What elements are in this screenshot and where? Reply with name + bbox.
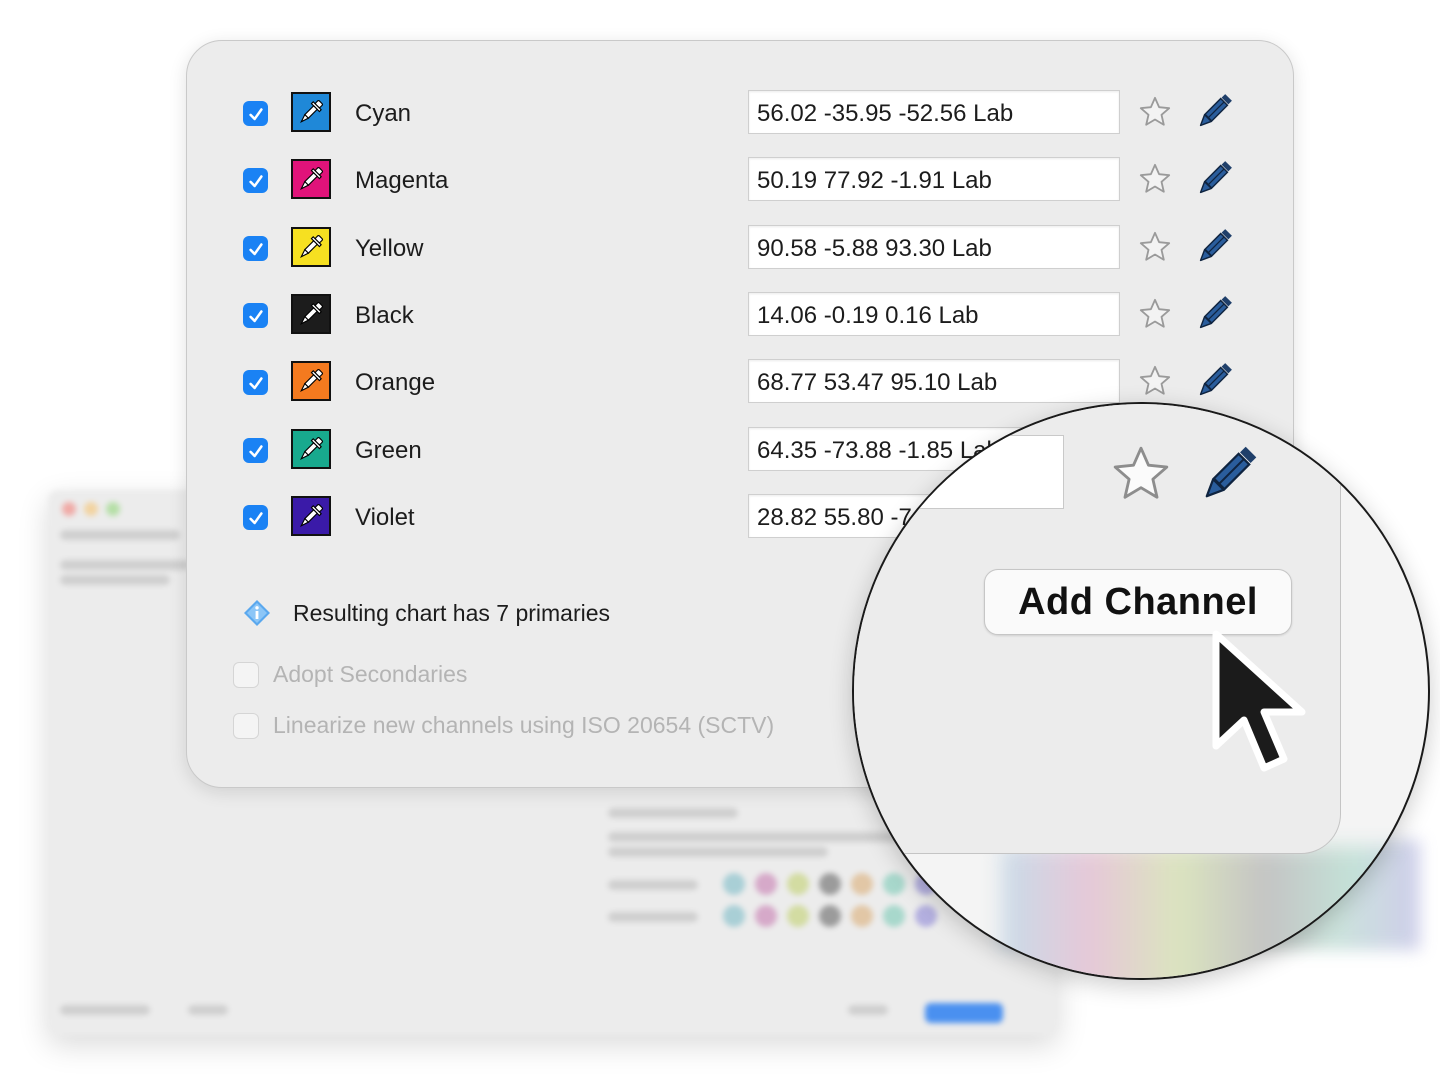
eyedropper-icon [300, 504, 323, 527]
linearize-checkbox[interactable] [233, 712, 259, 739]
eyedropper-icon [300, 167, 323, 190]
lab-value-field[interactable]: 68.77 53.47 95.10 Lab [748, 359, 1120, 403]
lab-value-field[interactable]: 90.58 -5.88 93.30 Lab [748, 225, 1120, 269]
background-primary-button [925, 1003, 1003, 1023]
linearize-option[interactable]: Linearize new channels using ISO 20654 (… [233, 712, 774, 739]
eyedropper-swatch[interactable] [291, 429, 331, 469]
pencil-icon[interactable] [1195, 295, 1233, 333]
star-icon[interactable] [1138, 162, 1172, 196]
eyedropper-swatch[interactable] [291, 227, 331, 267]
channel-checkbox[interactable] [243, 505, 268, 530]
eyedropper-icon [300, 100, 323, 123]
eyedropper-swatch[interactable] [291, 361, 331, 401]
channel-name: Violet [355, 504, 415, 531]
channel-name: Black [355, 302, 414, 329]
pencil-icon[interactable] [1195, 160, 1233, 198]
eyedropper-swatch[interactable] [291, 159, 331, 199]
channel-checkbox[interactable] [243, 303, 268, 328]
star-icon[interactable] [1110, 443, 1172, 505]
lab-value-field[interactable]: 14.06 -0.19 0.16 Lab [748, 292, 1120, 336]
channel-name: Green [355, 437, 422, 464]
channel-checkbox[interactable] [243, 438, 268, 463]
channel-checkbox[interactable] [243, 236, 268, 261]
pencil-icon[interactable] [1195, 362, 1233, 400]
eyedropper-icon [300, 369, 323, 392]
channel-checkbox[interactable] [243, 168, 268, 193]
adopt-secondaries-option[interactable]: Adopt Secondaries [233, 661, 467, 688]
pencil-icon[interactable] [1195, 228, 1233, 266]
channel-checkbox[interactable] [243, 370, 268, 395]
star-icon[interactable] [1138, 230, 1172, 264]
pencil-icon[interactable] [1195, 93, 1233, 131]
info-text: Resulting chart has 7 primaries [293, 599, 611, 626]
channel-checkbox[interactable] [243, 101, 268, 126]
eyedropper-swatch[interactable] [291, 92, 331, 132]
channel-row-cyan: Cyan 56.02 -35.95 -52.56 Lab [187, 90, 1293, 136]
lab-value-field[interactable]: 56.02 -35.95 -52.56 Lab [748, 90, 1120, 134]
channel-row-orange: Orange 68.77 53.47 95.10 Lab [187, 359, 1293, 405]
magnified-lab-field[interactable] [854, 435, 1064, 509]
channel-name: Magenta [355, 167, 449, 194]
info-diamond-icon [244, 600, 270, 626]
channel-name: Orange [355, 369, 436, 396]
adopt-secondaries-label: Adopt Secondaries [273, 661, 468, 687]
channel-name: Cyan [355, 100, 412, 127]
window-controls [62, 502, 120, 516]
channel-row-black: Black 14.06 -0.19 0.16 Lab [187, 292, 1293, 338]
eyedropper-icon [300, 437, 323, 460]
info-message: Resulting chart has 7 primaries [243, 599, 610, 627]
magnifier-lens: Add Channel [852, 402, 1430, 980]
channel-row-magenta: Magenta 50.19 77.92 -1.91 Lab [187, 157, 1293, 203]
adopt-secondaries-checkbox[interactable] [233, 661, 259, 688]
linearize-label: Linearize new channels using ISO 20654 (… [273, 712, 775, 738]
add-channel-button[interactable]: Add Channel [984, 569, 1292, 635]
star-icon[interactable] [1138, 364, 1172, 398]
channel-row-yellow: Yellow 90.58 -5.88 93.30 Lab [187, 225, 1293, 271]
star-icon[interactable] [1138, 297, 1172, 331]
star-icon[interactable] [1138, 95, 1172, 129]
eyedropper-icon [300, 235, 323, 258]
eyedropper-swatch[interactable] [291, 496, 331, 536]
channel-name: Yellow [355, 235, 424, 262]
eyedropper-swatch[interactable] [291, 294, 331, 334]
magnified-background-strip [1002, 847, 1428, 978]
lab-value-field[interactable]: 50.19 77.92 -1.91 Lab [748, 157, 1120, 201]
eyedropper-icon [300, 302, 323, 325]
mouse-cursor-icon [1212, 630, 1306, 772]
pencil-icon[interactable] [1198, 445, 1258, 505]
